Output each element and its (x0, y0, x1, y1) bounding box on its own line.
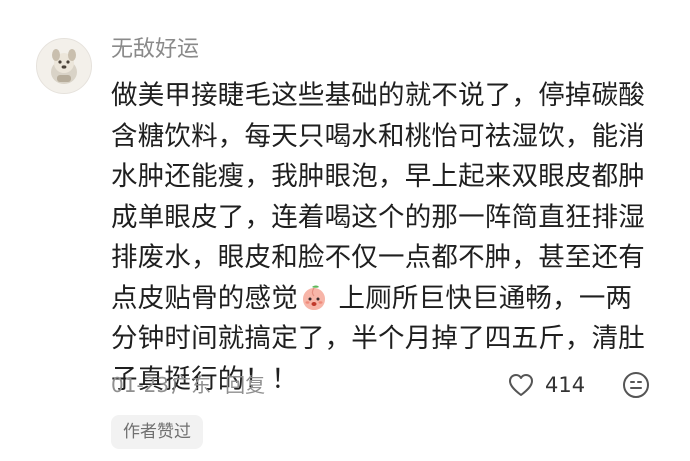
author-liked-badge: 作者赞过 (111, 415, 203, 449)
peach-face-emoji (302, 285, 325, 310)
emoji-reaction-icon (623, 372, 649, 398)
comment-date: 01-23 (111, 373, 170, 397)
like-button[interactable]: 414 (508, 370, 585, 400)
comment-line: 做美甲接睫毛这些基础的就不说了，停掉碳酸 (111, 80, 645, 111)
comment-line: 水肿还能瘦，我肿眼泡，早上起来双眼皮都肿 (111, 161, 645, 192)
comment-text: 做美甲接睫毛这些基础的就不说了，停掉碳酸 含糖饮料，每天只喝水和桃怡可祛湿饮，能… (111, 76, 659, 400)
comment-item: 无敌好运 做美甲接睫毛这些基础的就不说了，停掉碳酸 含糖饮料，每天只喝水和桃怡可… (0, 0, 690, 461)
comment-line: 分钟时间就搞定了，半个月掉了四五斤，清肚 (111, 323, 645, 354)
comment-line: 含糖饮料，每天只喝水和桃怡可祛湿饮，能消 (111, 120, 645, 152)
avatar-dog-icon (37, 39, 91, 93)
comment-location: 广东 (171, 373, 212, 397)
comment-line: 排废水，眼皮和脸不仅一点都不肿，甚至还有 (111, 242, 645, 273)
heart-outline-icon (509, 374, 533, 396)
comment-line-with-emoji: 点皮贴骨的感觉 上厕所巨快巨通畅，一两 (111, 279, 659, 320)
username[interactable]: 无敌好运 (111, 34, 199, 66)
emoji-reaction-button[interactable] (622, 371, 650, 399)
avatar[interactable] (36, 38, 92, 94)
comment-meta: 01-23 广东 回复 (111, 370, 265, 400)
like-count: 414 (545, 373, 586, 397)
comment-line-segment: 点皮贴骨的感觉 (111, 282, 298, 314)
reply-button[interactable]: 回复 (225, 370, 265, 400)
comment-line: 成单眼皮了，连着喝这个的那一阵简直狂排湿 (111, 201, 645, 233)
comment-line-segment: 上厕所巨快巨通畅，一两 (329, 282, 633, 314)
